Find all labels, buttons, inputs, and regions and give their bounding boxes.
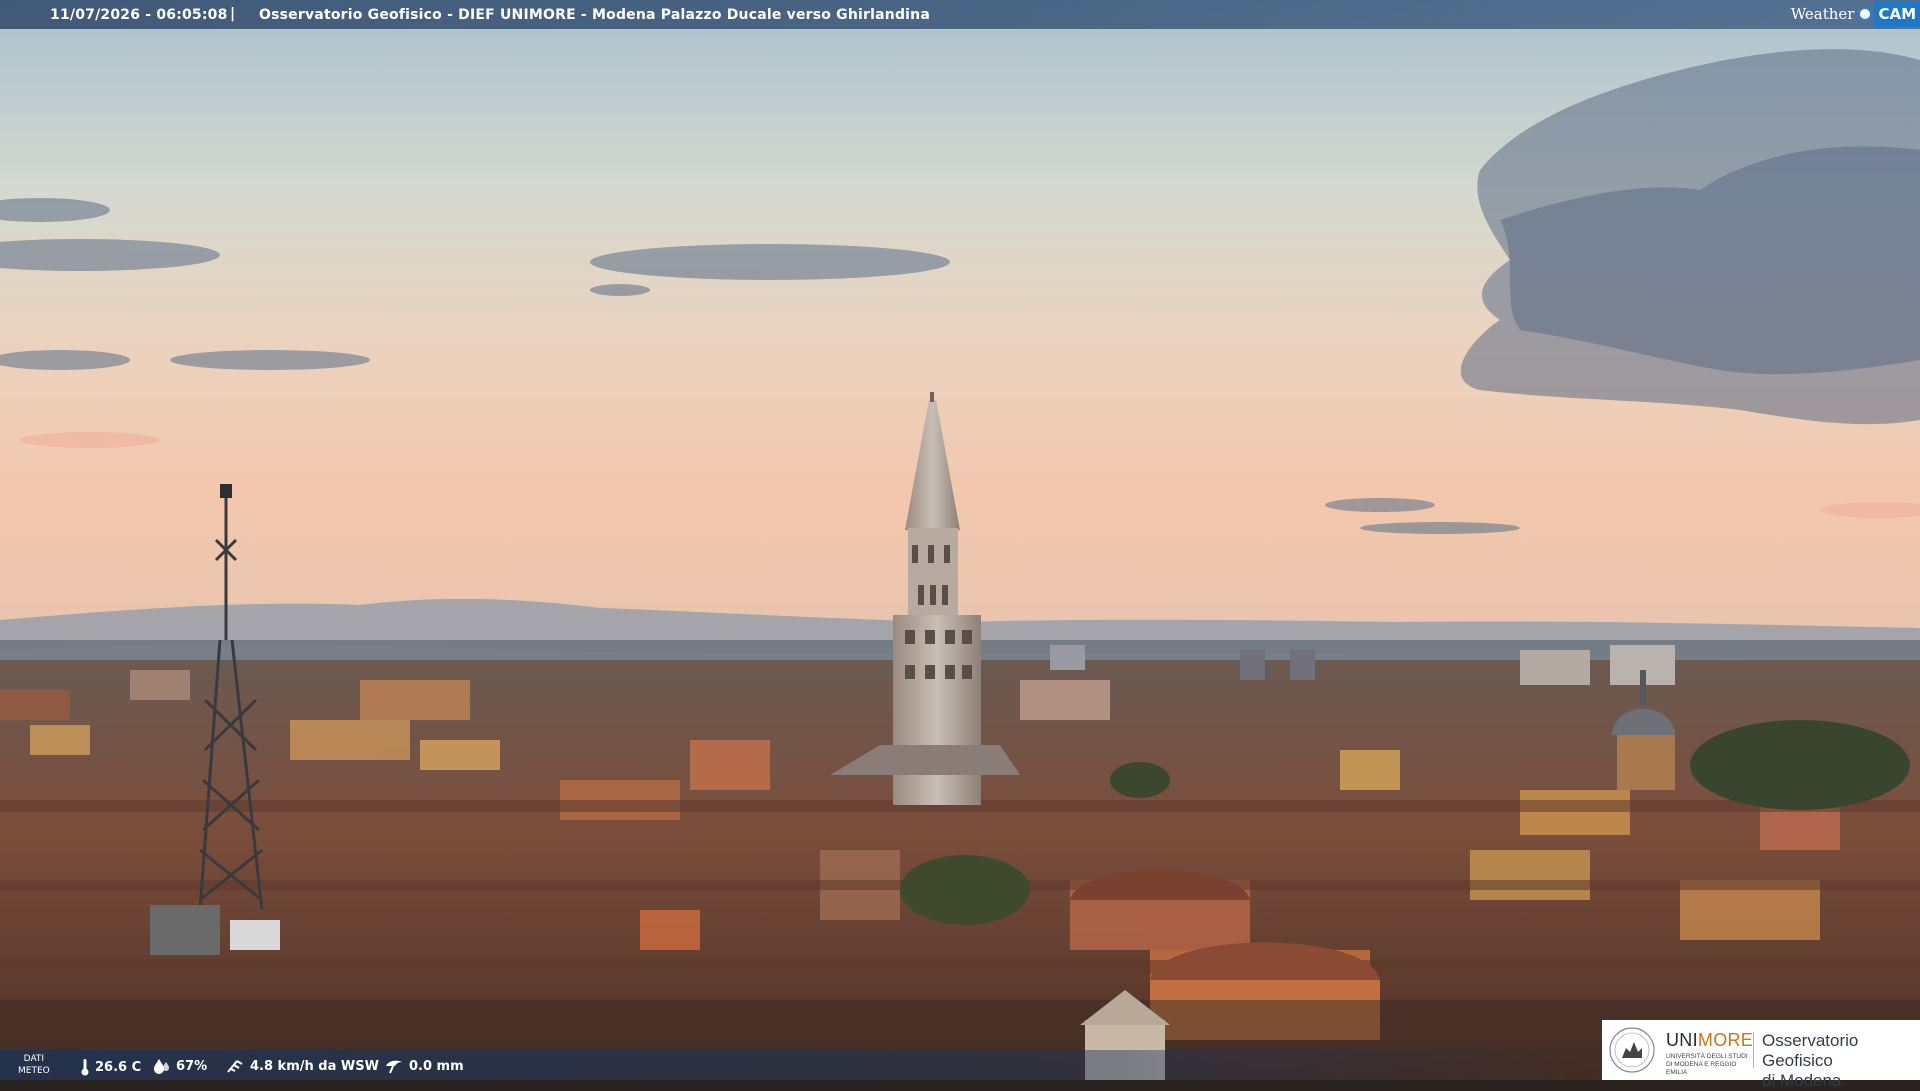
humidity-drop-icon: [154, 1059, 169, 1074]
rain-reading: 0.0 mm: [384, 1058, 464, 1074]
wind-value: 4.8 km/h da WSW: [250, 1058, 379, 1074]
rain-gauge-icon: [386, 1060, 402, 1074]
thermometer-icon: [81, 1059, 89, 1076]
weathercam-cam-text: CAM: [1874, 1, 1920, 27]
observatory-line2: di Modena: [1762, 1071, 1842, 1090]
humidity-value: 67%: [176, 1058, 208, 1074]
separator: |: [230, 6, 236, 22]
unimore-wordmark: UNIMORE: [1666, 1030, 1753, 1051]
camera-title: Osservatorio Geofisico - DIEF UNIMORE - …: [259, 7, 930, 23]
observatory-line1: Osservatorio Geofisico: [1762, 1031, 1859, 1070]
weathercam-logo: Weather CAM: [1791, 0, 1920, 28]
humidity-reading: 67%: [153, 1058, 207, 1074]
unimore-wordmark-uni: UNI: [1666, 1030, 1698, 1050]
observatory-name: Osservatorio Geofisico di Modena: [1762, 1031, 1920, 1091]
temperature-value: 26.6 C: [95, 1059, 142, 1075]
weather-label-line2: METEO: [18, 1066, 50, 1076]
weather-data-label: DATI METEO: [18, 1053, 50, 1077]
logo-divider: [1753, 1032, 1754, 1068]
university-seal-icon: [1609, 1027, 1655, 1073]
weathercam-weather-text: Weather: [1790, 5, 1855, 23]
webcam-image: [0, 0, 1920, 1080]
wind-icon: [227, 1060, 243, 1073]
unimore-subtitle: UNIVERSITÀ DEGLI STUDI DI MODENA E REGGI…: [1666, 1053, 1748, 1076]
unimore-logo-box: UNIMORE UNIVERSITÀ DEGLI STUDI DI MODENA…: [1602, 1020, 1920, 1090]
timestamp: 11/07/2026 - 06:05:08: [50, 7, 228, 23]
weather-label-line1: DATI: [23, 1054, 45, 1064]
weather-data-bar: DATI METEO 26.6 C 67% 4.8 km/h da WSW 0.…: [0, 1050, 1600, 1080]
top-info-bar: 11/07/2026 - 06:05:08 | Osservatorio Geo…: [0, 0, 1920, 29]
temperature-reading: 26.6 C: [80, 1058, 141, 1076]
weathercam-dot-icon: [1858, 7, 1873, 21]
rain-value: 0.0 mm: [409, 1058, 464, 1074]
unimore-wordmark-more: MORE: [1697, 1030, 1754, 1050]
wind-reading: 4.8 km/h da WSW: [225, 1058, 379, 1074]
